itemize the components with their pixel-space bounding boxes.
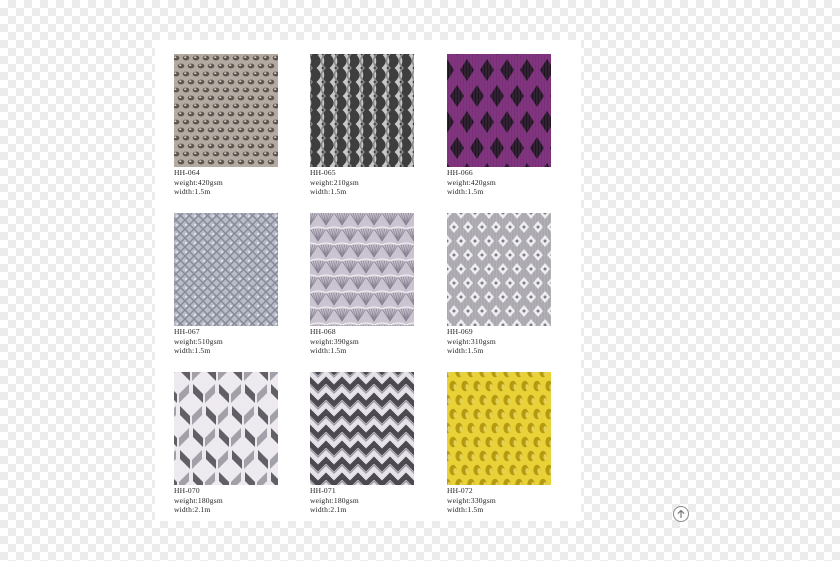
product-width: width:1.5m [174,187,211,196]
fabric-swatch-image [310,372,414,485]
product-weight: weight:310gsm [447,336,496,346]
product-weight: weight:180gsm [174,495,223,505]
product-weight: weight:510gsm [174,336,223,346]
product-code: HH-071 [310,486,336,495]
product-width: width:1.5m [310,187,347,196]
product-width: width:1.5m [310,346,347,355]
product-weight: weight:420gsm [174,177,223,187]
product-caption: HH-069 weight:310gsm width:1.5m [447,327,597,356]
fabric-swatch-image [174,54,278,167]
scroll-to-top-button[interactable] [673,506,689,522]
product-caption: HH-067 weight:510gsm width:1.5m [174,327,324,356]
product-tile: HH-067 weight:510gsm width:1.5m [174,213,324,356]
product-caption: HH-071 weight:180gsm width:2.1m [310,486,460,515]
product-width: width:2.1m [310,505,347,514]
catalog-sheet: HH-064 weight:420gsm width:1.5m HH-065 weigh… [155,40,581,521]
product-weight: weight:180gsm [310,495,359,505]
product-caption: HH-070 weight:180gsm width:2.1m [174,486,324,515]
product-code: HH-065 [310,168,336,177]
product-code: HH-064 [174,168,200,177]
product-tile: HH-069 weight:310gsm width:1.5m [447,213,597,356]
product-code: HH-070 [174,486,200,495]
fabric-swatch-image [174,213,278,326]
product-code: HH-068 [310,327,336,336]
product-tile: HH-072 weight:330gsm width:1.5m [447,372,597,515]
product-weight: weight:390gsm [310,336,359,346]
product-caption: HH-066 weight:420gsm width:1.5m [447,168,597,197]
product-tile: HH-065 weight:210gsm width:1.5m [310,54,460,197]
product-tile: HH-064 weight:420gsm width:1.5m [174,54,324,197]
fabric-swatch-image [447,372,551,485]
product-weight: weight:330gsm [447,495,496,505]
product-code: HH-072 [447,486,473,495]
product-tile: HH-071 weight:180gsm width:2.1m [310,372,460,515]
product-code: HH-069 [447,327,473,336]
product-caption: HH-072 weight:330gsm width:1.5m [447,486,597,515]
arrow-up-icon [677,509,685,519]
product-width: width:1.5m [447,187,484,196]
product-caption: HH-068 weight:390gsm width:1.5m [310,327,460,356]
fabric-swatch-image [310,54,414,167]
product-width: width:1.5m [447,505,484,514]
product-caption: HH-064 weight:420gsm width:1.5m [174,168,324,197]
product-width: width:2.1m [174,505,211,514]
product-caption: HH-065 weight:210gsm width:1.5m [310,168,460,197]
product-width: width:1.5m [174,346,211,355]
product-weight: weight:420gsm [447,177,496,187]
product-code: HH-066 [447,168,473,177]
product-tile: HH-070 weight:180gsm width:2.1m [174,372,324,515]
fabric-swatch-image [447,213,551,326]
fabric-swatch-image [174,372,278,485]
product-code: HH-067 [174,327,200,336]
product-tile: HH-066 weight:420gsm width:1.5m [447,54,597,197]
product-tile: HH-068 weight:390gsm width:1.5m [310,213,460,356]
product-width: width:1.5m [447,346,484,355]
fabric-swatch-image [447,54,551,167]
fabric-swatch-image [310,213,414,326]
product-weight: weight:210gsm [310,177,359,187]
